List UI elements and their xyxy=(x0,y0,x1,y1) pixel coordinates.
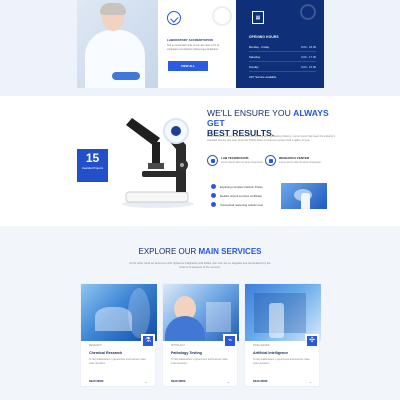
check-icon xyxy=(211,202,216,207)
service-description: To help stakeholders in government and b… xyxy=(171,359,228,365)
research-icon xyxy=(265,155,276,166)
read-more-link[interactable]: READ MORE xyxy=(253,380,268,383)
lab-icon: ✣ xyxy=(305,334,319,348)
accreditation-card: LABORATORY ACCREDITATION Sed ut perspici… xyxy=(158,0,236,88)
projects-count: 15 xyxy=(85,151,100,165)
results-description: Lorem ipsum is simply dummy text of the … xyxy=(207,135,335,142)
services-subtitle: At the other hand we denounce with right… xyxy=(129,262,271,269)
service-title: Chemical Research xyxy=(89,351,123,355)
flask-icon: ⚗ xyxy=(141,334,155,348)
service-description: To help stakeholders in government and b… xyxy=(89,359,146,365)
accreditation-text: Sed ut perspiciatis unde omnis iste natu… xyxy=(167,44,220,51)
artificial-intelligence-photo xyxy=(245,284,321,341)
hours-row: Saturday 9.00 - 17.00 xyxy=(249,52,316,62)
service-title: Pathology Testing xyxy=(171,351,202,355)
results-heading: WE'LL ENSURE YOU ALWAYS GET BEST RESULTS… xyxy=(207,108,329,138)
check-icon xyxy=(211,184,216,189)
researcher-photo xyxy=(281,183,327,209)
hours-row: 24/7 Service available xyxy=(249,75,277,79)
technician-icon xyxy=(207,155,218,166)
projects-badge: 15 Awarded Projects xyxy=(77,149,108,182)
hair-shape xyxy=(100,3,126,15)
service-description: To help stakeholders in government and b… xyxy=(253,359,310,365)
feature-research-center: RESEARCH CENTER Lorem ipsum dolor sit am… xyxy=(265,155,327,177)
calendar-icon: ▦ xyxy=(252,11,264,24)
arrow-right-icon[interactable]: → xyxy=(144,379,148,384)
microscope-illustration xyxy=(122,118,194,208)
decorative-watermark-icon xyxy=(212,6,232,26)
accreditation-title: LABORATORY ACCREDITATION xyxy=(167,38,213,42)
opening-hours-title: OPENING HOURS xyxy=(249,35,279,39)
lens-detail-circle xyxy=(163,118,189,144)
view-all-button[interactable]: VIEW ALL xyxy=(168,61,208,71)
read-more-link[interactable]: READ MORE xyxy=(171,380,186,383)
service-title: Artificial Intelligence xyxy=(253,351,289,355)
hours-row: Sunday 9.00 - 15.00 xyxy=(249,62,316,72)
arrow-right-icon[interactable]: → xyxy=(308,379,312,384)
medical-lab-homepage: LABORATORY ACCREDITATION Sed ut perspici… xyxy=(0,0,400,400)
service-card-chemical-research[interactable]: ⚗ RESEARCH Chemical Research To help sta… xyxy=(80,283,157,387)
projects-label: Awarded Projects xyxy=(81,167,103,170)
arrow-right-icon[interactable]: → xyxy=(226,379,230,384)
service-card-artificial-intelligence[interactable]: ✣ INTELLIGENCE Artificial Intelligence T… xyxy=(244,283,321,387)
microscope-icon: ⌁ xyxy=(223,334,237,348)
check-icon xyxy=(211,193,216,198)
services-heading: EXPLORE OUR MAIN SERVICES xyxy=(138,247,262,256)
chemical-research-photo xyxy=(81,284,157,341)
accreditation-icon xyxy=(167,11,181,25)
decorative-watermark-icon xyxy=(300,4,316,20)
carousel-pagination[interactable] xyxy=(190,396,210,399)
pathology-testing-photo xyxy=(163,284,239,341)
scientist-photo xyxy=(77,0,158,88)
blue-glove-shape xyxy=(112,72,140,80)
read-more-link[interactable]: READ MORE xyxy=(89,380,104,383)
feature-lab-technicians: LAB TECHNICIANS Lorem ipsum dolor sit am… xyxy=(207,155,269,177)
opening-hours-card: ▦ OPENING HOURS Monday - Friday 8.00 - 18… xyxy=(236,0,324,88)
hours-row: Monday - Friday 8.00 - 18.00 xyxy=(249,42,316,52)
service-card-pathology-testing[interactable]: ⌁ PATHOLOGY Pathology Testing To help st… xyxy=(162,283,239,387)
